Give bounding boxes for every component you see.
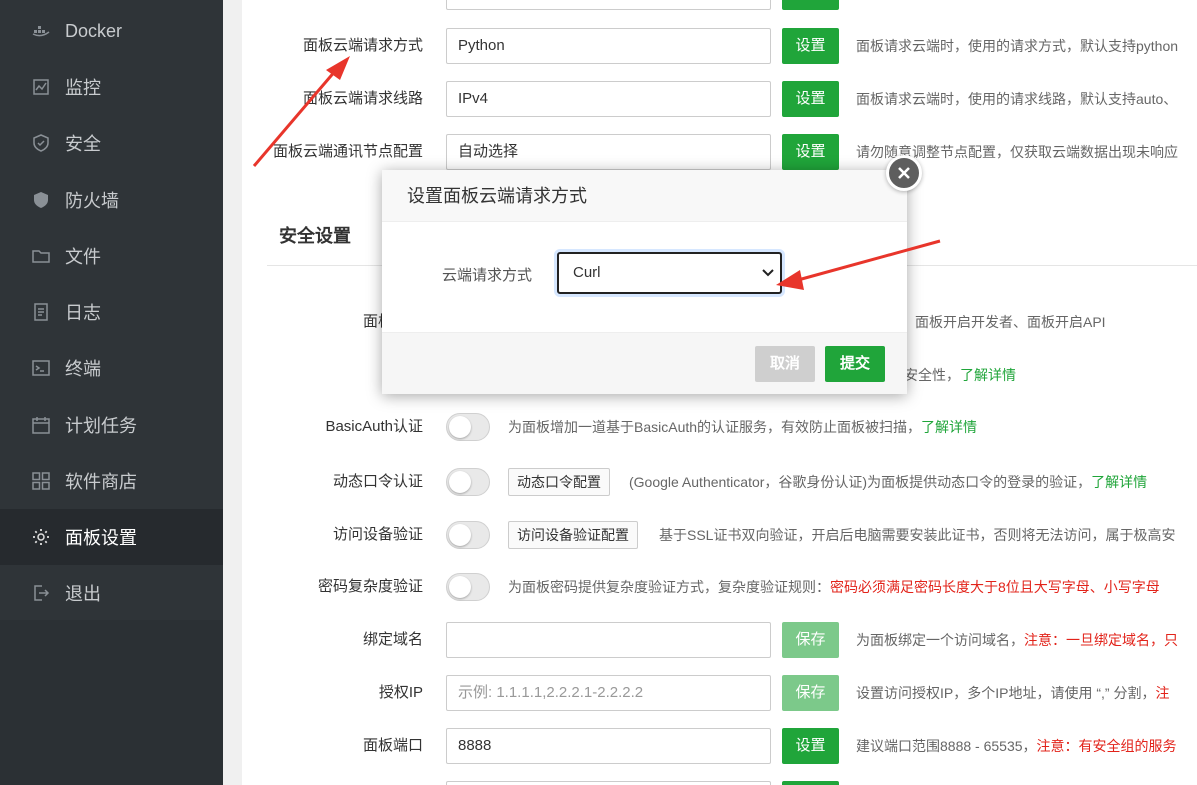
dialog-body: 云端请求方式 Curl [382,222,907,332]
cloud-request-method-select[interactable]: Curl [557,252,782,294]
dialog-close-button[interactable] [886,155,922,191]
cloud-request-method-dialog: 设置面板云端请求方式 云端请求方式 Curl 取消 提交 [382,170,907,394]
dialog-footer: 取消 提交 [382,332,907,394]
close-icon [898,167,910,179]
chevron-down-icon [762,269,774,277]
submit-button[interactable]: 提交 [825,346,885,382]
cloud-request-method-label: 云端请求方式 [442,267,533,284]
select-value: Curl [573,264,601,281]
dialog-title: 设置面板云端请求方式 [382,170,907,222]
cancel-button[interactable]: 取消 [755,346,815,382]
